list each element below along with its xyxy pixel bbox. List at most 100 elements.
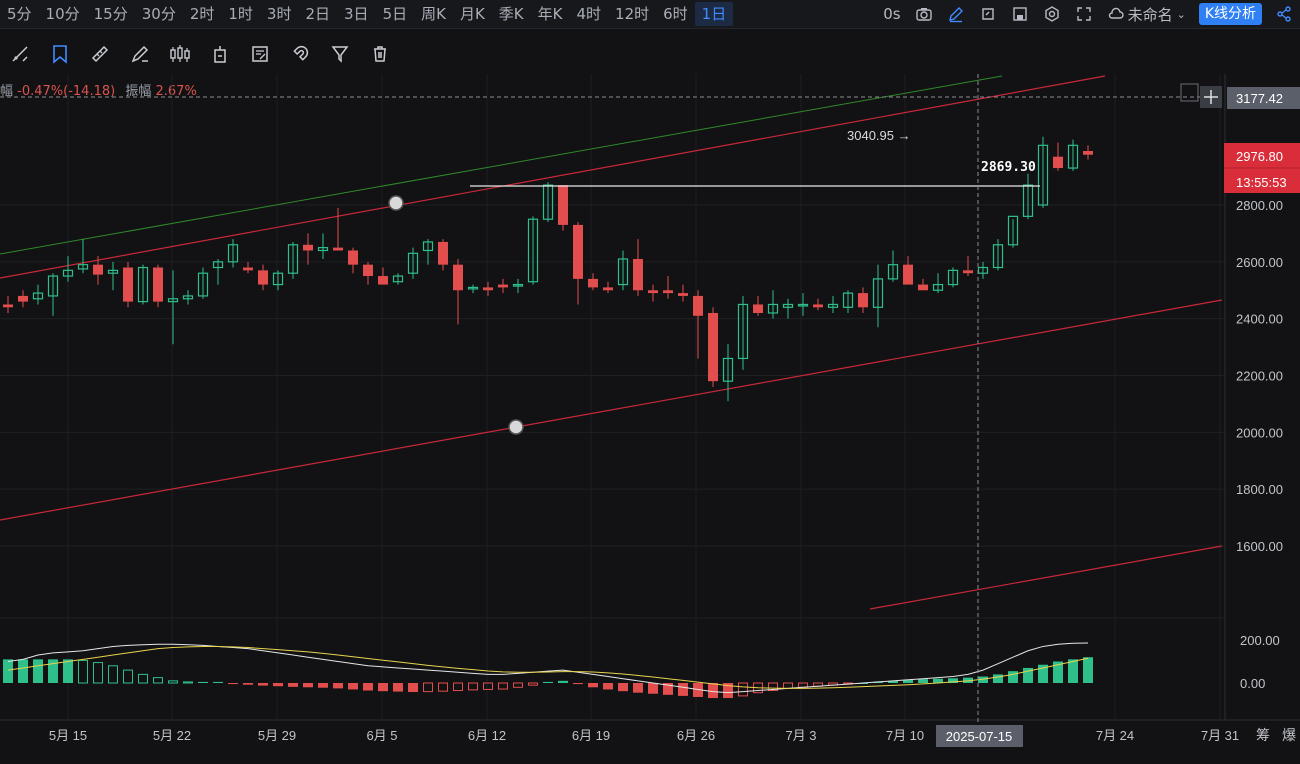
candle-body-down (93, 264, 103, 275)
macd-bar (168, 680, 178, 684)
macd-bar (213, 681, 223, 683)
timeframe-0[interactable]: 5分 (0, 2, 39, 26)
timeframe-8[interactable]: 3日 (337, 2, 376, 26)
anchor-handle[interactable] (508, 419, 524, 435)
timeframe-1[interactable]: 10分 (39, 2, 87, 26)
timeframe-7[interactable]: 2日 (298, 2, 337, 26)
macd-bar (483, 682, 493, 690)
macd-bar (33, 659, 43, 683)
timeframe-14[interactable]: 4时 (569, 2, 608, 26)
macd-bar (93, 662, 103, 684)
candle-body-down (363, 264, 373, 277)
candle-body-down (858, 293, 868, 308)
macd-bar (633, 683, 643, 693)
macd-bar (3, 659, 13, 683)
price-tick-label: 2200.00 (1236, 369, 1283, 384)
macd-bar (183, 681, 193, 684)
macd-bar (453, 682, 463, 692)
kline-analysis-button[interactable]: K线分析 (1198, 3, 1262, 25)
workspace-name: 未命名 (1127, 5, 1173, 24)
candle-body-down (573, 224, 583, 279)
time-tick-label: 7月 31 (1201, 728, 1239, 743)
bookmark-tool-icon[interactable] (40, 34, 80, 74)
timeframe-16[interactable]: 6时 (656, 2, 695, 26)
macd-bar (408, 683, 418, 693)
candle-body-down (663, 290, 673, 294)
macd-bar (513, 682, 523, 688)
price-tick-label: 1600.00 (1236, 539, 1283, 554)
candle-body-down (483, 287, 493, 291)
macd-bar (498, 682, 508, 690)
macd-bar (708, 683, 718, 699)
macd-bar (378, 683, 388, 692)
macd-bar (648, 683, 658, 694)
timeframe-2[interactable]: 15分 (87, 2, 135, 26)
candle-body-down (333, 247, 343, 251)
trash-icon[interactable] (360, 34, 400, 74)
snapshot-icon[interactable] (979, 5, 997, 23)
note-tool-icon[interactable] (240, 34, 280, 74)
macd-bar (783, 682, 793, 689)
magnet-icon[interactable] (280, 34, 320, 74)
settings-icon[interactable] (1043, 5, 1061, 23)
macd-bar (108, 665, 118, 684)
macd-bar (198, 681, 208, 683)
candle-body-down (258, 270, 268, 285)
candles (3, 136, 1093, 402)
share-icon[interactable] (1275, 5, 1293, 23)
macd-bar (468, 682, 478, 691)
price-tick-label: 2800.00 (1236, 198, 1283, 213)
macd-bar (393, 683, 403, 692)
time-tick-label: 6月 19 (572, 728, 610, 743)
macd-bar (18, 659, 28, 683)
measure-tool-icon[interactable] (200, 34, 240, 74)
pencil-icon[interactable] (947, 5, 965, 23)
timeframe-5[interactable]: 1时 (221, 2, 260, 26)
timeframe-12[interactable]: 季K (492, 2, 531, 26)
candle-body-down (243, 267, 253, 271)
anchor-handle[interactable] (388, 195, 404, 211)
save-icon[interactable] (1011, 5, 1029, 23)
macd-bar (558, 680, 568, 683)
candle-body-down (963, 270, 973, 274)
macd-bar (528, 682, 538, 686)
brush-tool-icon[interactable] (120, 34, 160, 74)
candle-body-down (498, 284, 508, 288)
last-price-label: 2976.80 (1236, 149, 1283, 164)
upper-red-channel-line (0, 75, 1106, 279)
candle-body-down (153, 267, 163, 302)
fullscreen-icon[interactable] (1075, 5, 1093, 23)
timeframe-13[interactable]: 年K (531, 2, 570, 26)
timeframe-3[interactable]: 30分 (135, 2, 183, 26)
candle-body-down (348, 250, 358, 265)
filter-icon[interactable] (320, 34, 360, 74)
candle-body-down (1053, 156, 1063, 169)
candle-pattern-tool-icon[interactable] (160, 34, 200, 74)
candle-body-down (603, 287, 613, 291)
axis-side-label[interactable]: 爆 (1282, 727, 1296, 743)
timeframe-17[interactable]: 1日 (694, 2, 734, 26)
macd-bar (138, 673, 148, 684)
timeframe-11[interactable]: 月K (453, 2, 492, 26)
timeframe-6[interactable]: 3时 (260, 2, 299, 26)
alert-icon[interactable] (1180, 83, 1199, 102)
candlestick-chart[interactable]: 3040.95 → 2869.30 2800.00 2600.00 2400.00 220… (0, 74, 1300, 764)
timeframe-15[interactable]: 12时 (608, 2, 656, 26)
time-tick-label: 7月 3 (785, 728, 816, 743)
candle-body-down (438, 241, 448, 265)
green-channel-line (0, 75, 1003, 255)
camera-icon[interactable] (915, 5, 933, 23)
ruler-tool-icon[interactable] (80, 34, 120, 74)
macd-bar (153, 677, 163, 684)
workspace-selector[interactable]: 未命名 ⌄ (1107, 4, 1186, 25)
timeframe-4[interactable]: 2时 (183, 2, 222, 26)
timeframe-10[interactable]: 周K (414, 2, 453, 26)
time-tick-label: 5月 15 (49, 728, 87, 743)
candle-body-down (1083, 151, 1093, 155)
macd-tick-label: 0.00 (1240, 676, 1265, 691)
axis-side-label[interactable]: 筹 (1256, 727, 1270, 743)
macd-bar (1068, 659, 1078, 683)
trendline-tool-icon[interactable] (0, 34, 40, 74)
timeframe-9[interactable]: 5日 (376, 2, 415, 26)
candle-body-down (18, 295, 28, 302)
